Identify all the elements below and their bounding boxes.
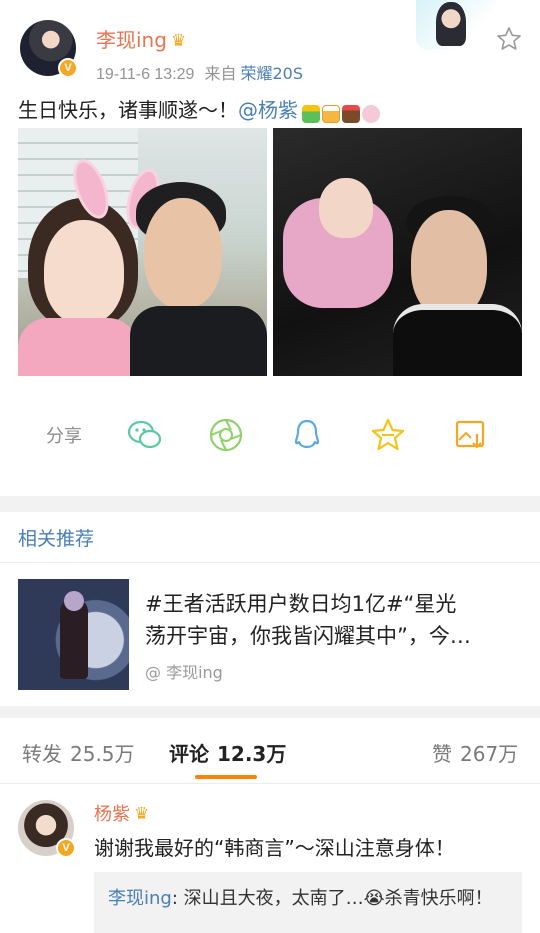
related-section-title: 相关推荐	[18, 528, 95, 550]
post-header: V 李现ing ♛ 19-11-6 13:29 来自 荣耀20S	[0, 0, 540, 92]
tab-count: 267万	[460, 742, 519, 766]
beer-emoji-icon	[322, 104, 340, 123]
author-name-row[interactable]: 李现ing ♛	[96, 24, 186, 53]
related-text-line-2: 荡开宇宙，你我皆闪耀其中”，今…	[145, 624, 471, 648]
tab-label: 评论	[169, 742, 209, 766]
verified-badge-icon: V	[56, 838, 76, 858]
wechat-icon[interactable]	[126, 416, 164, 454]
save-image-icon[interactable]	[451, 416, 489, 454]
post-text: 生日快乐，诸事顺遂～！@杨紫	[18, 94, 382, 124]
author-name[interactable]: 李现ing	[96, 28, 167, 52]
tab-count: 12.3万	[217, 742, 287, 766]
commenter-name-row[interactable]: 杨紫 ♛	[94, 800, 149, 826]
qq-icon[interactable]	[288, 416, 326, 454]
section-divider	[0, 496, 540, 512]
tab-likes[interactable]: 赞 267万	[432, 738, 518, 767]
rabbit-emoji-icon	[362, 104, 380, 123]
related-thumbnail[interactable]	[18, 579, 129, 690]
section-divider	[0, 706, 540, 718]
reply-text: : 深山且大夜，太南了…😭杀青快乐啊！	[171, 888, 493, 909]
related-post-text[interactable]: #王者活跃用户数日均1亿#“星光 荡开宇宙，你我皆闪耀其中”，今…	[145, 588, 515, 652]
related-text-line-1: #王者活跃用户数日均1亿#“星光	[145, 592, 457, 616]
comment-text: 谢谢我最好的“韩商言”～深山注意身体！	[94, 836, 455, 860]
qzone-icon[interactable]	[369, 416, 407, 454]
cake-emoji-icon	[342, 104, 360, 123]
post-meta: 19-11-6 13:29 来自 荣耀20S	[96, 60, 303, 84]
tab-label: 赞	[432, 742, 452, 766]
commenter-name[interactable]: 杨紫	[94, 804, 130, 825]
source-device[interactable]: 荣耀20S	[240, 64, 303, 83]
tab-comments[interactable]: 评论 12.3万	[169, 738, 286, 767]
crown-icon: ♛	[134, 804, 150, 824]
interaction-tabs: 转发 25.5万 评论 12.3万 赞 267万	[0, 724, 540, 784]
reply-author[interactable]: 李现ing	[108, 888, 172, 909]
moments-icon[interactable]	[207, 416, 245, 454]
emoji-row	[302, 100, 382, 124]
tab-reposts[interactable]: 转发 25.5万	[22, 738, 135, 767]
reply-box[interactable]: 李现ing: 深山且大夜，太南了…😭杀青快乐啊！	[94, 872, 522, 933]
share-label: 分享	[46, 426, 82, 447]
reply-content: 李现ing: 深山且大夜，太南了…😭杀青快乐啊！	[108, 884, 508, 914]
post-image-2[interactable]	[273, 128, 522, 376]
verified-badge-icon: V	[58, 58, 78, 78]
author-avatar[interactable]: V	[20, 20, 78, 78]
source-prefix: 来自	[204, 66, 237, 83]
share-row: 分享	[0, 412, 540, 458]
card-decoration-image	[416, 0, 496, 50]
commenter-avatar[interactable]: V	[18, 800, 76, 858]
gift-emoji-icon	[302, 104, 320, 123]
tab-label: 转发	[22, 742, 62, 766]
related-author: @ 李现ing	[145, 663, 223, 682]
post-image-1[interactable]	[18, 128, 267, 376]
divider	[0, 562, 540, 563]
mention-link[interactable]: @杨紫	[238, 98, 298, 122]
post-body-text: 生日快乐，诸事顺遂～！	[18, 98, 238, 122]
crown-icon: ♛	[170, 31, 187, 51]
tab-count: 25.5万	[70, 742, 135, 766]
post-timestamp: 19-11-6 13:29	[96, 66, 195, 83]
active-tab-indicator	[195, 775, 257, 779]
favorite-star-icon[interactable]	[496, 26, 522, 52]
